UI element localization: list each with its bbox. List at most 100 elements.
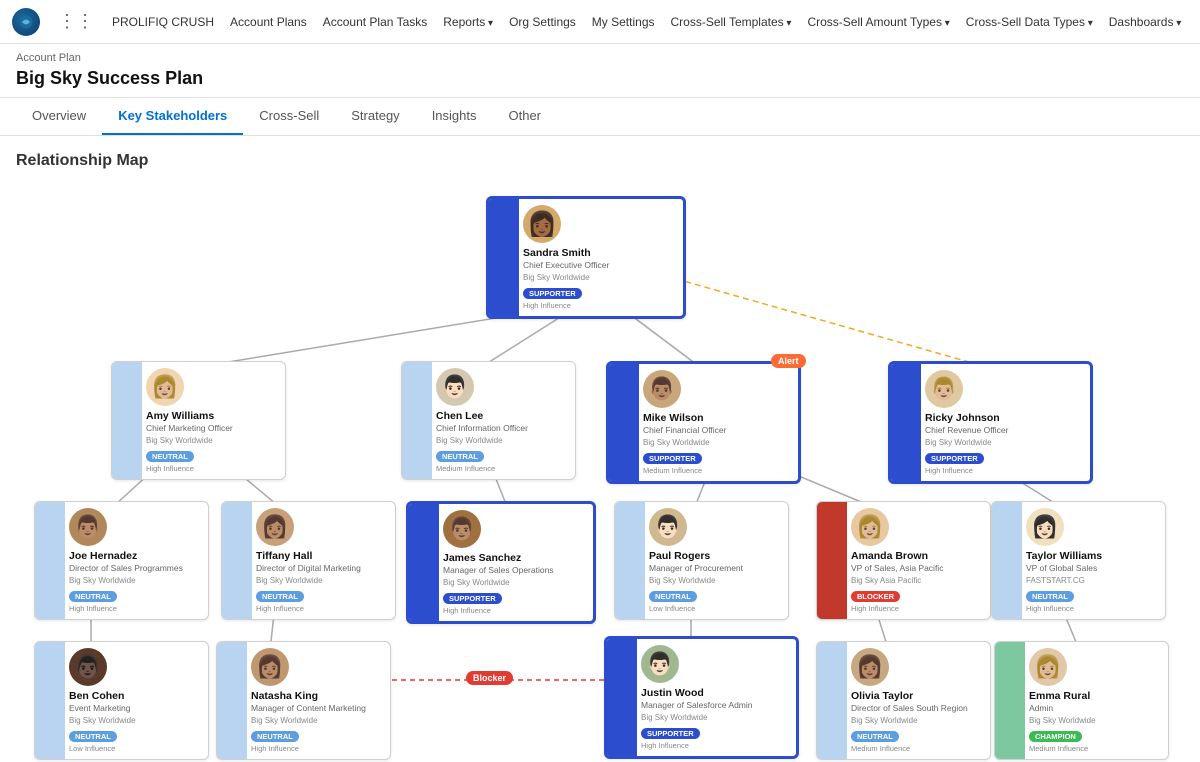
card-tiffany[interactable]: 👩🏽 Tiffany Hall Director of Digital Mark…: [221, 501, 396, 620]
avatar-joe: 👨🏽: [69, 508, 107, 546]
card-amy[interactable]: 👩🏼 Amy Williams Chief Marketing Officer …: [111, 361, 286, 480]
card-olivia[interactable]: 👩🏽 Olivia Taylor Director of Sales South…: [816, 641, 991, 760]
card-company-ben: Big Sky Worldwide: [69, 716, 202, 725]
influence-joe: High Influence: [69, 604, 202, 613]
badge-natasha: NEUTRAL: [251, 731, 299, 742]
avatar-emma: 👩🏼: [1029, 648, 1067, 686]
card-company-amy: Big Sky Worldwide: [146, 436, 279, 445]
nav-dashboards[interactable]: Dashboards: [1109, 15, 1182, 29]
card-company-james: Big Sky Worldwide: [443, 578, 587, 587]
tab-overview[interactable]: Overview: [16, 98, 102, 135]
tab-strategy[interactable]: Strategy: [335, 98, 415, 135]
card-company-justin: Big Sky Worldwide: [641, 713, 790, 722]
tabs: Overview Key Stakeholders Cross-Sell Str…: [0, 98, 1200, 136]
card-color-bar: [35, 642, 65, 759]
blocker-badge: Blocker: [466, 671, 513, 685]
card-color-bar: [489, 199, 519, 316]
app-logo: [12, 8, 40, 36]
avatar-taylor: 👩🏻: [1026, 508, 1064, 546]
card-body: 👨🏿 Ben Cohen Event Marketing Big Sky Wor…: [65, 642, 208, 759]
card-paul[interactable]: 👨🏻 Paul Rogers Manager of Procurement Bi…: [614, 501, 789, 620]
grid-icon[interactable]: ⋮⋮: [58, 11, 94, 32]
nav-cross-sell-data[interactable]: Cross-Sell Data Types: [966, 15, 1093, 29]
card-title-sandra: Chief Executive Officer: [523, 260, 677, 271]
card-chen[interactable]: 👨🏻 Chen Lee Chief Information Officer Bi…: [401, 361, 576, 480]
nav-account-plans[interactable]: Account Plans: [230, 15, 307, 29]
card-taylor[interactable]: 👩🏻 Taylor Williams VP of Global Sales FA…: [991, 501, 1166, 620]
card-color-bar: [891, 364, 921, 481]
badge-james: SUPPORTER: [443, 593, 502, 604]
card-james[interactable]: 👨🏽 James Sanchez Manager of Sales Operat…: [406, 501, 596, 624]
badge-olivia: NEUTRAL: [851, 731, 899, 742]
nav-tasks[interactable]: Account Plan Tasks: [323, 15, 428, 29]
card-name-natasha: Natasha King: [251, 690, 384, 703]
tab-cross-sell[interactable]: Cross-Sell: [243, 98, 335, 135]
card-mike[interactable]: 👨🏽 Mike Wilson Chief Financial Officer B…: [606, 361, 801, 484]
card-sandra[interactable]: 👩🏾 Sandra Smith Chief Executive Officer …: [486, 196, 686, 319]
nav-crush[interactable]: PROLIFIQ CRUSH: [112, 15, 214, 29]
card-company-paul: Big Sky Worldwide: [649, 576, 782, 585]
influence-amanda: High Influence: [851, 604, 984, 613]
influence-ben: Low Influence: [69, 744, 202, 753]
avatar-amanda: 👩🏼: [851, 508, 889, 546]
influence-natasha: High Influence: [251, 744, 384, 753]
badge-emma: CHAMPION: [1029, 731, 1082, 742]
card-title-paul: Manager of Procurement: [649, 563, 782, 574]
card-name-taylor: Taylor Williams: [1026, 550, 1159, 563]
badge-amy: NEUTRAL: [146, 451, 194, 462]
badge-tiffany: NEUTRAL: [256, 591, 304, 602]
avatar-james: 👨🏽: [443, 510, 481, 548]
card-name-amy: Amy Williams: [146, 410, 279, 423]
card-justin[interactable]: 👨🏻 Justin Wood Manager of Salesforce Adm…: [604, 636, 799, 759]
card-emma[interactable]: 👩🏼 Emma Rural Admin Big Sky Worldwide CH…: [994, 641, 1169, 760]
card-color-bar: [995, 642, 1025, 759]
badge-ricky: SUPPORTER: [925, 453, 984, 464]
card-name-ben: Ben Cohen: [69, 690, 202, 703]
nav-cross-sell-templates[interactable]: Cross-Sell Templates: [671, 15, 792, 29]
nav-my-settings[interactable]: My Settings: [592, 15, 655, 29]
card-title-tiffany: Director of Digital Marketing: [256, 563, 389, 574]
card-title-justin: Manager of Salesforce Admin: [641, 700, 790, 711]
avatar-paul: 👨🏻: [649, 508, 687, 546]
nav-org-settings[interactable]: Org Settings: [509, 15, 576, 29]
card-title-taylor: VP of Global Sales: [1026, 563, 1159, 574]
card-company-amanda: Big Sky Asia Pacific: [851, 576, 984, 585]
nav-links: PROLIFIQ CRUSH Account Plans Account Pla…: [112, 15, 1181, 29]
card-color-bar: [217, 642, 247, 759]
tab-insights[interactable]: Insights: [416, 98, 493, 135]
card-amanda[interactable]: 👩🏼 Amanda Brown VP of Sales, Asia Pacifi…: [816, 501, 991, 620]
card-name-justin: Justin Wood: [641, 687, 790, 700]
card-name-ricky: Ricky Johnson: [925, 412, 1084, 425]
card-title-amanda: VP of Sales, Asia Pacific: [851, 563, 984, 574]
avatar-justin: 👨🏻: [641, 645, 679, 683]
card-name-olivia: Olivia Taylor: [851, 690, 984, 703]
card-name-amanda: Amanda Brown: [851, 550, 984, 563]
card-company-olivia: Big Sky Worldwide: [851, 716, 984, 725]
card-color-bar: [609, 364, 639, 481]
tab-other[interactable]: Other: [493, 98, 558, 135]
card-body: 👩🏽 Olivia Taylor Director of Sales South…: [847, 642, 990, 759]
influence-paul: Low Influence: [649, 604, 782, 613]
card-joe[interactable]: 👨🏽 Joe Hernadez Director of Sales Progra…: [34, 501, 209, 620]
card-title-emma: Admin: [1029, 703, 1162, 714]
badge-mike: SUPPORTER: [643, 453, 702, 464]
influence-ricky: High Influence: [925, 466, 1084, 475]
card-natasha[interactable]: 👩🏽 Natasha King Manager of Content Marke…: [216, 641, 391, 760]
card-ricky[interactable]: 👨🏼 Ricky Johnson Chief Revenue Officer B…: [888, 361, 1093, 484]
card-name-tiffany: Tiffany Hall: [256, 550, 389, 563]
nav-cross-sell-amounts[interactable]: Cross-Sell Amount Types: [807, 15, 949, 29]
card-title-olivia: Director of Sales South Region: [851, 703, 984, 714]
card-company-sandra: Big Sky Worldwide: [523, 273, 677, 282]
badge-paul: NEUTRAL: [649, 591, 697, 602]
card-ben[interactable]: 👨🏿 Ben Cohen Event Marketing Big Sky Wor…: [34, 641, 209, 760]
influence-mike: Medium Influence: [643, 466, 792, 475]
avatar-natasha: 👩🏽: [251, 648, 289, 686]
card-body: 👩🏼 Amy Williams Chief Marketing Officer …: [142, 362, 285, 479]
card-body: 👨🏽 Mike Wilson Chief Financial Officer B…: [639, 364, 798, 481]
nav-reports[interactable]: Reports: [443, 15, 493, 29]
influence-amy: High Influence: [146, 464, 279, 473]
tab-key-stakeholders[interactable]: Key Stakeholders: [102, 98, 243, 135]
alert-badge: Alert: [771, 354, 806, 368]
card-title-amy: Chief Marketing Officer: [146, 423, 279, 434]
top-nav: ⋮⋮ PROLIFIQ CRUSH Account Plans Account …: [0, 0, 1200, 44]
